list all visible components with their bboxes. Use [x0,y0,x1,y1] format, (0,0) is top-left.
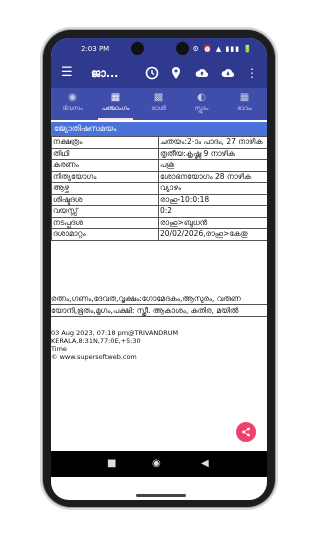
recents-icon[interactable]: ■ [107,457,116,471]
row-value: 20/02/2026,രാഹു>കേതു [158,228,267,241]
status-time: 2:03 PM [81,45,110,53]
row-label: തിഥി [51,147,159,160]
astro-table: നക്ഷത്രം ചതയം:2-ാം പാദം, 27 നാഴിക തിഥി തൃത… [51,136,267,241]
status-icons: ⚙ ⏰ ▲ ▮▮▮ 🔋 [192,45,253,53]
calendar-icon: ▦ [110,92,121,103]
row-value: തൃതീയ:കൃഷ്ണ 9 നാഴിക [158,147,267,160]
section-title: ജ്യോതിഷസമയം [51,122,267,136]
table-row: നിത്യയോഗം ശോഭനയോഗം 28 നാഴിക [51,170,267,183]
row-label: ദശാമാറ്റം [51,228,159,241]
table-row: ആഴ്ച വ്യാഴം [51,182,267,195]
camera-left [131,42,144,55]
row-label: നടപ്പുദശ [51,216,159,229]
row-label: നിത്യയോഗം [51,170,159,183]
row-value: 0:2 [158,205,267,218]
tab-bar: ◉ ദിവസം ▦ പഞ്ചാംഗം ▩ രാശി ◐ സ്ഫുടം ▦ ഭാവ… [51,88,267,120]
gem-gana-line: രത്നം,ഗണം,ദേവത,വൃക്ഷം:ഗോമേദകം,ആസുരം, വരു… [51,293,267,305]
screen: 2:03 PM ⚙ ⏰ ▲ ▮▮▮ 🔋 ☰ ജാ... ⋮ ◉ ദിവസം ▦ … [51,38,267,500]
table-row: വയസ്സ് 0:2 [51,205,267,218]
tab-panchangam[interactable]: ▦ പഞ്ചാംഗം [94,88,137,120]
table-row: ദശാമാറ്റം 20/02/2026,രാഹു>കേതു [51,228,267,241]
planet-icon: ◐ [197,92,206,103]
home-indicator [136,494,186,497]
system-nav-bar: ■ ◉ ◀ [51,451,267,477]
tab-sphutam[interactable]: ◐ സ്ഫുടം [180,88,223,120]
home-icon[interactable]: ◉ [152,457,161,471]
globe-icon: ◉ [68,92,77,103]
menu-icon[interactable]: ☰ [61,66,73,80]
row-value: രാഹു>ബുധൻ [158,216,267,229]
birth-details: 03 Aug 2023, 07:18 pm@TRIVANDRUM KERALA,… [51,329,179,345]
table-row: ശിഷ്ടദശ രാഹു-10:0:18 [51,193,267,206]
cloud-download-icon[interactable] [221,66,235,80]
row-label: ശിഷ്ടദശ [51,193,159,206]
grid-chart-icon: ▩ [153,92,164,103]
table-chart-icon: ▦ [239,92,250,103]
row-label: ആഴ്ച [51,182,159,195]
tab-bhavam-label: ഭാവം [237,105,252,112]
table-row: നടപ്പുദശ രാഹു>ബുധൻ [51,216,267,229]
location-pin-icon[interactable] [169,66,183,80]
row-value: ശോഭനയോഗം 28 നാഴിക [158,170,267,183]
row-label: വയസ്സ് [51,205,159,218]
tab-rashi-label: രാശി [151,105,166,112]
tab-panchangam-label: പഞ്ചാംഗം [101,105,130,112]
footer-info: 03 Aug 2023, 07:18 pm@TRIVANDRUM KERALA,… [51,329,267,361]
time-label: Time [51,345,67,353]
tab-day-label: ദിവസം [62,105,83,112]
tab-bhavam[interactable]: ▦ ഭാവം [223,88,266,120]
yoni-bhutam-line: യോനി,ഭൂതം,മൃഗം,പക്ഷി: സ്ത്രീ. ആകാശം, കുത… [51,305,267,317]
row-value: പശു [158,159,267,172]
row-value: രാഹു-10:0:18 [158,193,267,206]
website-link[interactable]: © www.supersoftweb.com [51,353,267,361]
camera-right [176,42,189,55]
table-row: തിഥി തൃതീയ:കൃഷ്ണ 9 നാഴിക [51,147,267,160]
row-value: ചതയം:2-ാം പാദം, 27 നാഴിക [158,136,267,149]
app-title: ജാ... [91,67,119,80]
cloud-upload-icon[interactable] [195,66,209,80]
row-label: കരണം [51,159,159,172]
clock-icon[interactable] [145,66,159,80]
content-area: ജ്യോതിഷസമയം നക്ഷത്രം ചതയം:2-ാം പാദം, 27 ന… [51,122,267,462]
tab-day[interactable]: ◉ ദിവസം [51,88,94,120]
more-options-icon[interactable]: ⋮ [245,66,259,80]
back-icon[interactable]: ◀ [201,457,209,471]
share-button[interactable] [236,422,256,442]
row-value: വ്യാഴം [158,182,267,195]
status-bar: 2:03 PM ⚙ ⏰ ▲ ▮▮▮ 🔋 [51,38,267,60]
tab-sphutam-label: സ്ഫുടം [194,105,209,112]
app-bar: ☰ ജാ... ⋮ [51,60,267,88]
table-row: കരണം പശു [51,159,267,172]
table-row: നക്ഷത്രം ചതയം:2-ാം പാദം, 27 നാഴിക [51,136,267,149]
row-label: നക്ഷത്രം [51,136,159,149]
tab-rashi[interactable]: ▩ രാശി [137,88,180,120]
